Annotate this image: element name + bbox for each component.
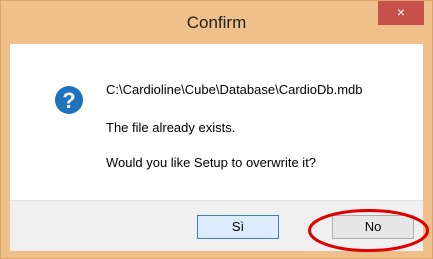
- no-button[interactable]: No: [332, 215, 414, 239]
- dialog-title: Confirm: [186, 13, 247, 32]
- overwrite-question-text: Would you like Setup to overwrite it?: [106, 155, 317, 170]
- file-exists-text: The file already exists.: [106, 120, 236, 135]
- question-icon: ?: [55, 86, 83, 114]
- file-path-text: C:\Cardioline\Cube\Database\CardioDb.mdb: [106, 82, 363, 97]
- title-bar[interactable]: Confirm ×: [1, 1, 432, 45]
- svg-text:?: ?: [62, 88, 75, 113]
- yes-button[interactable]: Sì: [197, 215, 279, 239]
- close-button[interactable]: ×: [378, 1, 424, 25]
